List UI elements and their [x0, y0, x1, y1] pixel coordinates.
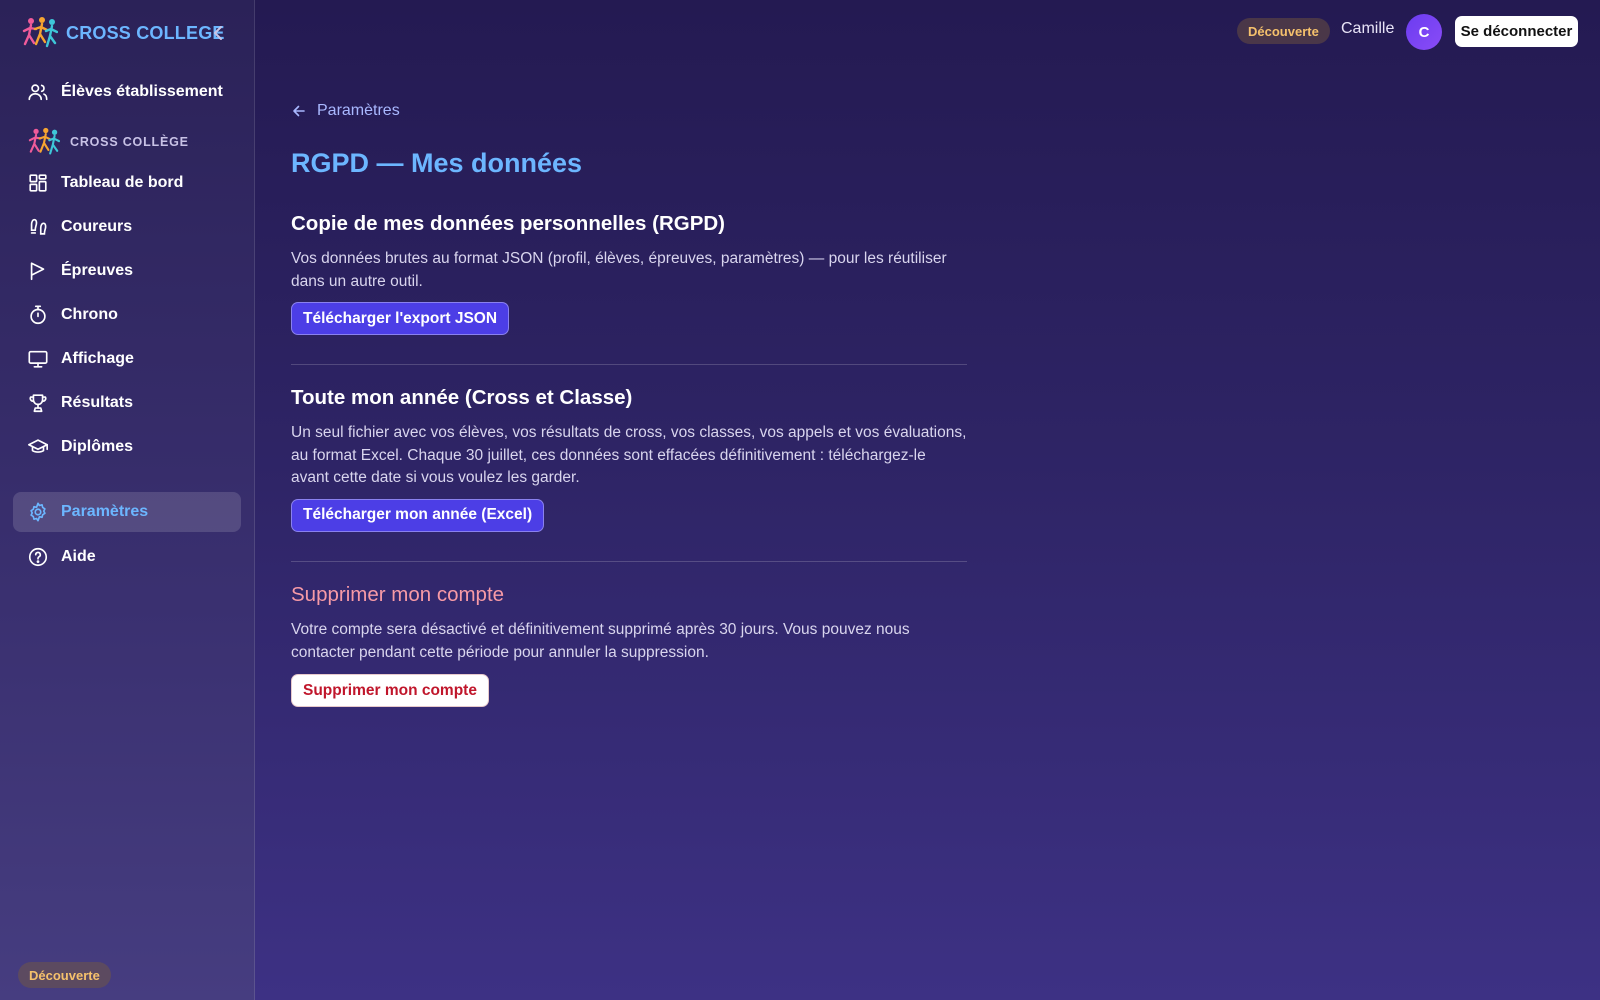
back-link[interactable]: Paramètres	[291, 102, 400, 120]
sidebar-item-eleves-etablissement[interactable]: Élèves établissement	[13, 72, 241, 112]
section-description: Un seul fichier avec vos élèves, vos rés…	[291, 424, 967, 486]
gear-icon	[30, 502, 46, 522]
sidebar-item-epreuves[interactable]: Épreuves	[13, 251, 241, 291]
plan-badge: Découverte	[1237, 18, 1330, 44]
download-json-button[interactable]: Télécharger l'export JSON	[291, 302, 510, 335]
plan-badge: Découverte	[18, 962, 111, 988]
help-circle-icon	[28, 547, 48, 567]
section-heading: Toute mon année (Cross et Classe)	[291, 386, 633, 409]
sidebar-item-coureurs[interactable]: Coureurs	[13, 207, 241, 247]
download-excel-button[interactable]: Télécharger mon année (Excel)	[291, 498, 545, 532]
sidebar-item-label: Affichage	[61, 350, 134, 367]
stopwatch-icon	[30, 305, 46, 325]
sidebar-item-diplomes[interactable]: Diplômes	[13, 427, 241, 467]
sidebar-item-label: Épreuves	[61, 262, 134, 279]
user-name: Camille	[1341, 20, 1395, 37]
avatar[interactable]: C	[1406, 14, 1442, 50]
sidebar-item-chrono[interactable]: Chrono	[13, 295, 241, 335]
monitor-icon	[28, 350, 48, 368]
logout-button[interactable]: Se déconnecter	[1455, 16, 1578, 47]
sidebar-item-label: Coureurs	[61, 218, 133, 235]
trophy-icon	[29, 394, 47, 413]
graduation-cap-icon	[28, 439, 48, 453]
section-heading: Supprimer mon compte	[291, 583, 505, 606]
sidebar-item-affichage[interactable]: Affichage	[13, 339, 241, 379]
section-export-json: Copie de mes données personnelles (RGPD)…	[291, 212, 967, 335]
section-label-text: CROSS COLLÈGE	[70, 135, 189, 149]
sidebar-item-label: Élèves établissement	[61, 83, 223, 100]
sidebar-item-aide[interactable]: Aide	[13, 537, 241, 577]
page-title: RGPD — Mes données	[291, 148, 583, 178]
runners-logo-icon	[28, 127, 61, 155]
sidebar-item-resultats[interactable]: Résultats	[13, 383, 241, 423]
chevron-left-icon[interactable]	[207, 22, 229, 44]
runners-logo-icon	[22, 17, 58, 48]
sidebar-item-tableau-de-bord[interactable]: Tableau de bord	[13, 163, 241, 203]
sidebar-item-parametres[interactable]: Paramètres	[13, 492, 241, 532]
section-delete-account: Supprimer mon compte Votre compte sera d…	[291, 583, 967, 707]
sidebar-item-label: Diplômes	[61, 438, 134, 455]
sidebar-section-label: CROSS COLLÈGE	[26, 126, 189, 158]
sidebar: CROSS COLLEGE Élèves établissement CROSS…	[0, 0, 255, 1000]
section-export-year: Toute mon année (Cross et Classe) Un seu…	[291, 386, 967, 532]
users-icon	[28, 84, 48, 101]
brand-name: CROSS COLLEGE	[66, 22, 225, 43]
divider	[291, 364, 967, 365]
sidebar-item-label: Chrono	[61, 306, 118, 323]
section-heading: Copie de mes données personnelles (RGPD)	[291, 212, 726, 235]
sidebar-item-label: Résultats	[61, 394, 134, 411]
delete-account-button[interactable]: Supprimer mon compte	[291, 674, 489, 707]
sidebar-item-label: Aide	[61, 548, 96, 565]
dashboard-icon	[29, 174, 47, 192]
brand[interactable]: CROSS COLLEGE	[22, 16, 237, 50]
sidebar-item-label: Paramètres	[61, 503, 149, 520]
flag-icon	[30, 262, 45, 281]
arrow-left-icon	[293, 105, 305, 117]
section-description: Vos données brutes au format JSON (profi…	[291, 250, 947, 290]
divider	[291, 561, 967, 562]
back-link-label: Paramètres	[317, 102, 400, 119]
sidebar-item-label: Tableau de bord	[61, 174, 184, 191]
footprints-icon	[30, 218, 47, 235]
section-description: Votre compte sera désactivé et définitiv…	[291, 621, 910, 661]
